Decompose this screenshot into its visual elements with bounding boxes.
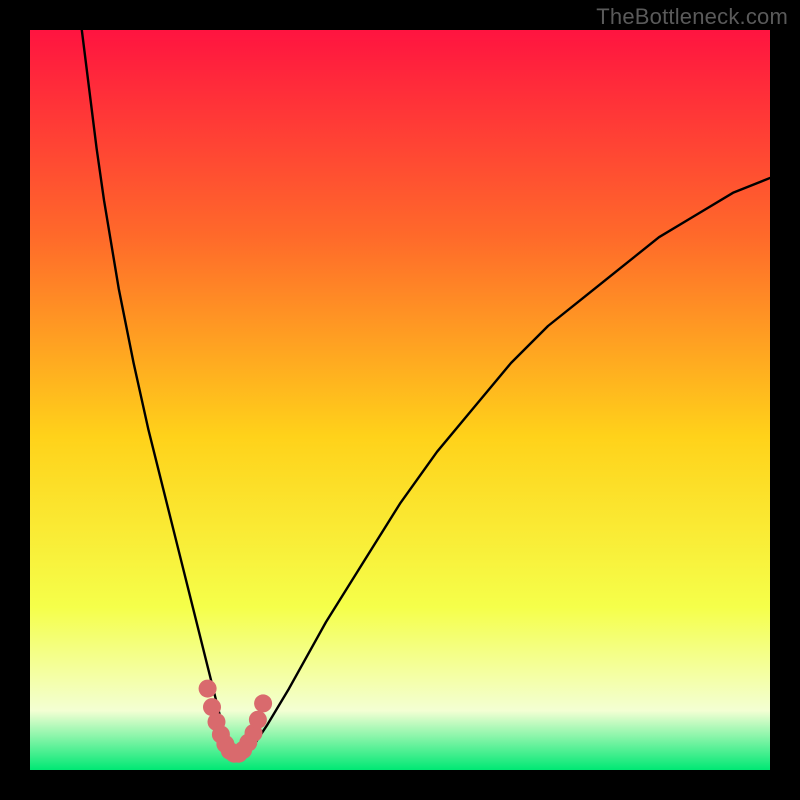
valley-marker <box>249 711 267 729</box>
chart-frame: TheBottleneck.com <box>0 0 800 800</box>
valley-marker <box>254 694 272 712</box>
valley-marker <box>199 680 217 698</box>
chart-svg <box>30 30 770 770</box>
plot-area <box>30 30 770 770</box>
watermark-text: TheBottleneck.com <box>596 4 788 30</box>
